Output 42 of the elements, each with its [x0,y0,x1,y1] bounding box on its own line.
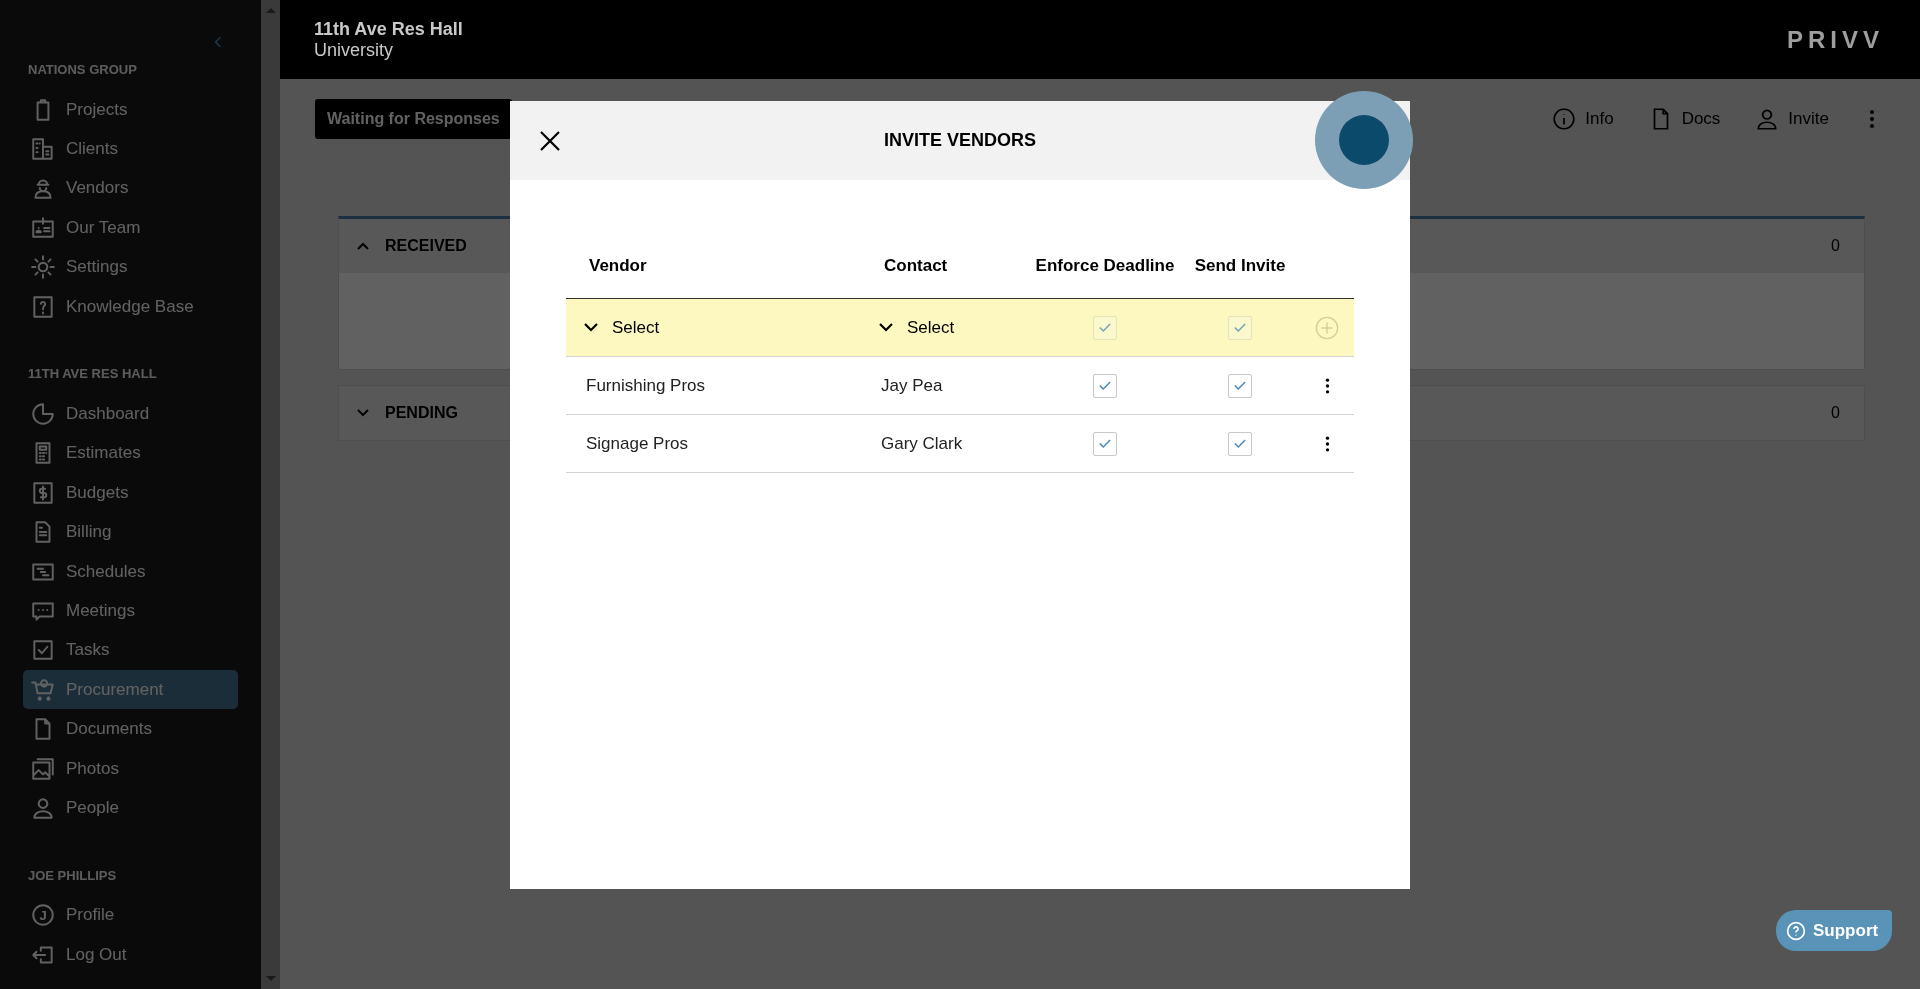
toolbar-button[interactable]: Invite [1754,106,1829,132]
group-heading: NATIONS GROUP [28,62,138,79]
group-heading: JOE PHILLIPS [28,867,118,885]
sidebar-item[interactable]: Projects [23,90,238,130]
sidebar-item[interactable]: Documents [23,709,238,749]
sidebar-item[interactable]: Tasks [23,630,238,671]
sidebar-item[interactable]: Clients [23,129,238,169]
column-header: Vendor [588,256,648,276]
column-header: Enforce Deadline [1034,256,1176,276]
toolbar-button[interactable]: Docs [1647,106,1721,132]
group-heading: 11TH AVE RES HALL [28,366,158,384]
sidebar-item[interactable]: Billing [23,512,238,552]
sidebar-item[interactable]: Log Out [23,935,238,975]
table-cell-text: Signage Pros [585,433,690,454]
sidebar-item[interactable]: Procurement [23,670,238,710]
toolbar-button[interactable]: Info [1551,106,1614,132]
sidebar-item[interactable]: Meetings [23,591,238,631]
sidebar-item[interactable]: Our Team [23,208,238,248]
contact-dropdown[interactable]: Select [863,312,1030,343]
sidebar-item[interactable]: J Profile [23,895,238,936]
vendor-dropdown[interactable]: Select [566,312,863,343]
sidebar-item[interactable]: Dashboard [23,394,238,434]
table-cell-text: Furnishing Pros [585,375,707,396]
sidebar-item[interactable]: Budgets [23,473,238,513]
sidebar-item[interactable]: Knowledge Base [23,286,238,327]
avatar-icon: J [30,902,56,929]
sidebar-item[interactable]: Settings [23,247,238,287]
support-button[interactable]: Support [1776,910,1893,951]
column-header: Send Invite [1193,256,1287,276]
sidebar-item[interactable]: People [23,788,238,828]
sidebar-item[interactable]: Photos [23,748,238,789]
table-cell-text: Jay Pea [880,375,944,396]
sidebar-item[interactable]: Schedules [23,551,238,592]
status-button[interactable]: Waiting for Responses [315,99,512,139]
table-cell-text: Gary Clark [880,433,964,454]
modal-title: INVITE VENDORS [884,130,1036,151]
project-title: 11th Ave Res Hall [314,18,463,40]
project-subtitle: University [314,39,394,61]
logo: PRIVV [1786,25,1884,54]
column-header: Contact [883,256,949,276]
sidebar-item[interactable]: Estimates [23,433,238,474]
sidebar-item[interactable]: Vendors [23,168,238,209]
